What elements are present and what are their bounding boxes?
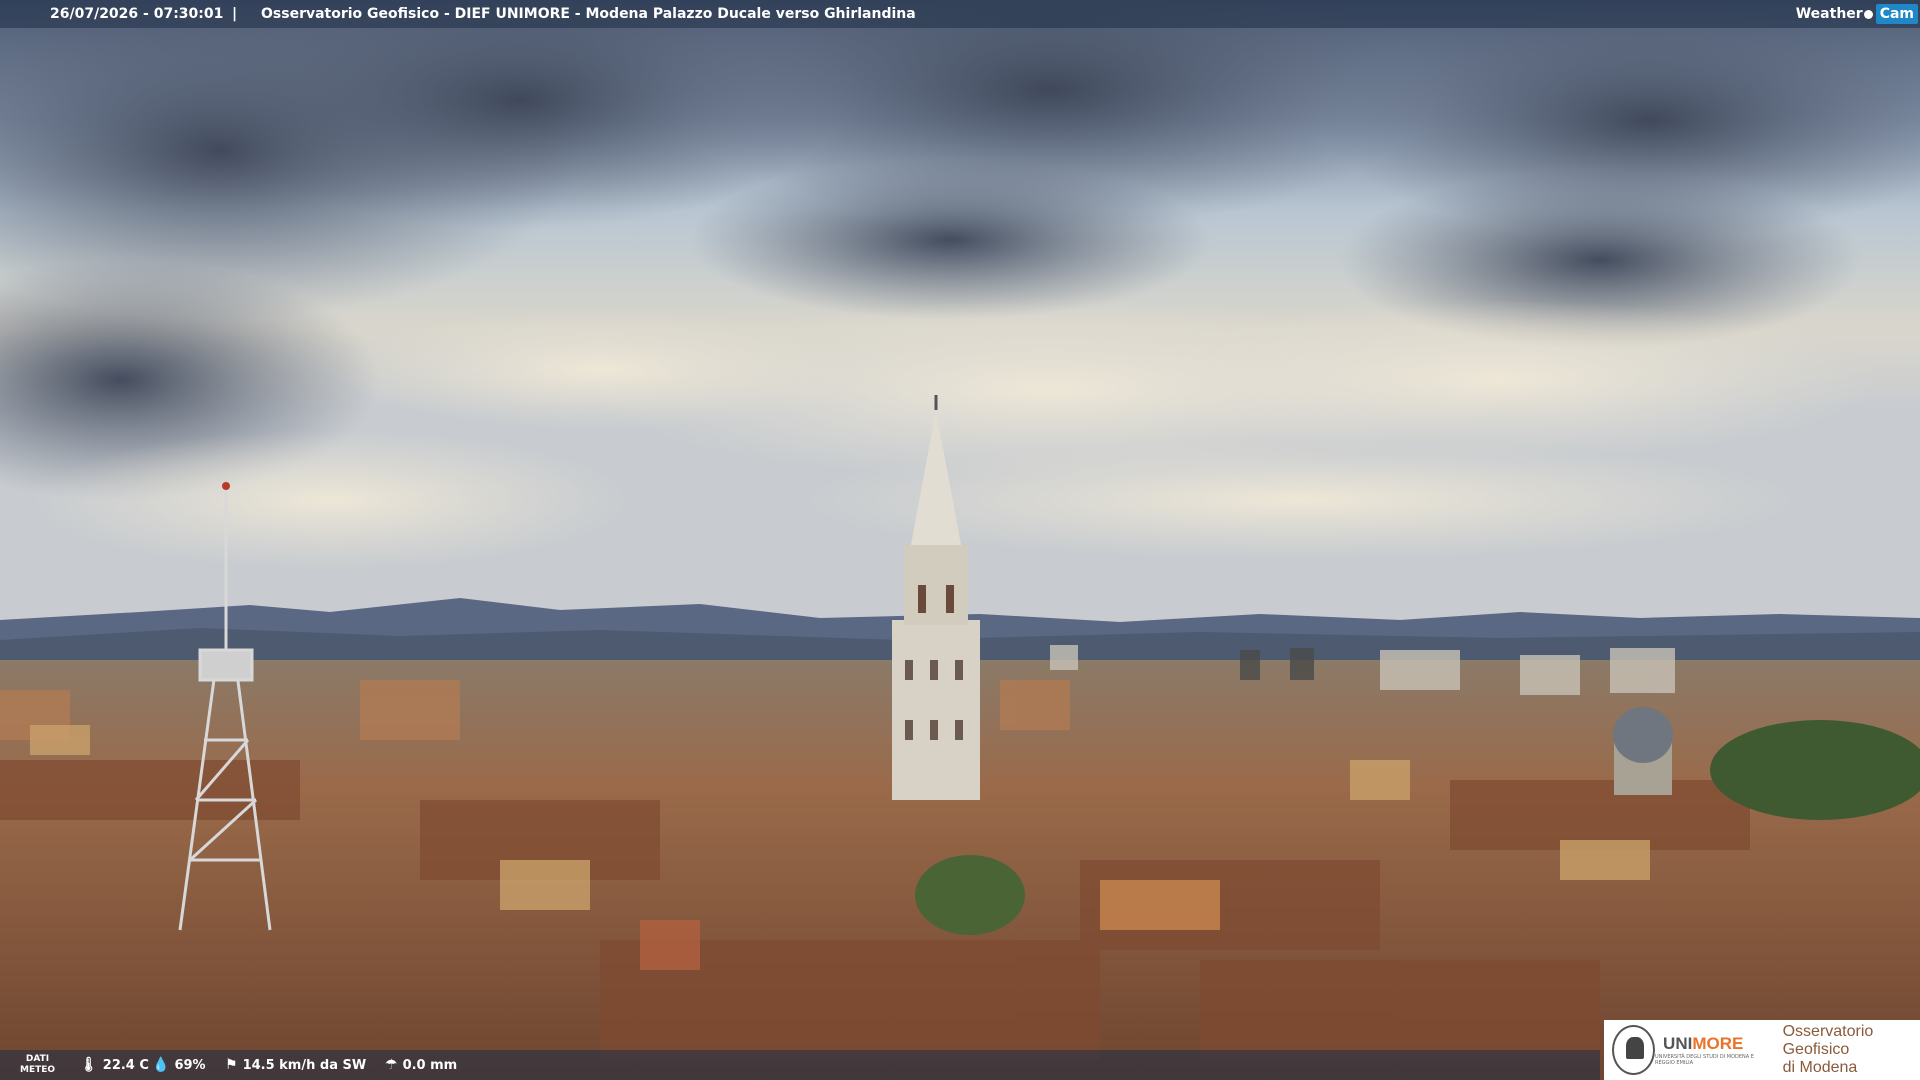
unimore-badge: UNIMORE UNIVERSITÀ DEGLI STUDI DI MODENA… <box>1604 1020 1920 1080</box>
humidity-reading: 💧 69% <box>152 1057 206 1073</box>
observatory-name: Osservatorio Geofisico di Modena <box>1782 1023 1874 1076</box>
rain-icon: ☂ <box>385 1057 398 1073</box>
unimore-subtitle: UNIVERSITÀ DEGLI STUDI DI MODENA E REGGI… <box>1655 1053 1754 1066</box>
logo-drop-icon <box>1863 9 1873 19</box>
rain-reading: ☂ 0.0 mm <box>385 1057 457 1073</box>
trees-right <box>1710 720 1920 820</box>
thermometer-icon: 🌡 <box>80 1057 98 1073</box>
unimore-wordmark: UNIMORE UNIVERSITÀ DEGLI STUDI DI MODENA… <box>1655 1035 1773 1066</box>
weathercam-logo: Weather Cam <box>1796 2 1918 26</box>
header-separator: | <box>232 6 238 22</box>
trees-center <box>915 855 1025 935</box>
humidity-drop-icon: 💧 <box>152 1057 170 1073</box>
antenna-light <box>222 482 230 490</box>
wind-reading: ⚑ 14.5 km/h da SW <box>225 1057 366 1073</box>
rain-value: 0.0 mm <box>402 1057 458 1073</box>
temperature-value: 22.4 C <box>102 1057 149 1073</box>
university-seal-icon <box>1612 1025 1656 1075</box>
timestamp: 26/07/2026 - 07:30:01 <box>50 6 224 22</box>
header-bar: 26/07/2026 - 07:30:01 | Osservatorio Geo… <box>0 0 1920 28</box>
wind-icon: ⚑ <box>225 1057 238 1073</box>
dati-meteo-label: DATI METEO <box>20 1054 56 1075</box>
church-dome <box>1613 707 1673 795</box>
logo-weather-text: Weather <box>1795 6 1863 22</box>
camera-title: Osservatorio Geofisico - DIEF UNIMORE - … <box>261 6 916 22</box>
webcam-scene <box>0 0 1920 1080</box>
temperature-reading: 🌡 22.4 C <box>80 1057 149 1073</box>
wind-value: 14.5 km/h da SW <box>242 1057 367 1073</box>
logo-cam-text: Cam <box>1875 4 1918 24</box>
weather-data-bar: DATI METEO 🌡 22.4 C 💧 69% ⚑ 14.5 km/h da… <box>0 1050 1600 1080</box>
humidity-value: 69% <box>174 1057 206 1073</box>
